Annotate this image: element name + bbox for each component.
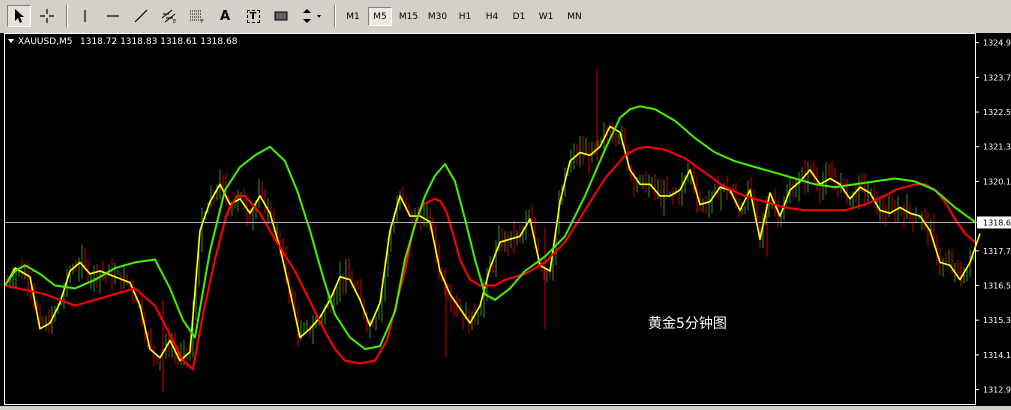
chart-annotation: 黄金5分钟图: [648, 315, 727, 332]
price-chart[interactable]: XAUUSD,M5 1318.72 1318.83 1318.61 1318.6…: [0, 33, 1011, 406]
rectangle-tool-button[interactable]: [269, 5, 293, 27]
arrows-dropdown-button[interactable]: [297, 5, 329, 27]
timeframe-m5[interactable]: M5: [368, 7, 392, 26]
chart-canvas[interactable]: XAUUSD,M5 1318.72 1318.83 1318.61 1318.6…: [0, 33, 1011, 406]
cursor-tool-button[interactable]: [7, 5, 31, 27]
vertical-line-button[interactable]: [73, 5, 97, 27]
trendline-icon: [134, 9, 148, 23]
svg-text:E: E: [173, 19, 176, 24]
price-tick-label: 1320.1: [983, 177, 1011, 186]
equidistant-channel-icon: E: [161, 9, 176, 24]
toolbar: E F A T M1 M5 M15 M30 H1 H4 D1 W1 MN: [0, 0, 1011, 34]
crosshair-icon: [40, 9, 54, 23]
price-tick-label: 1317.7: [983, 247, 1011, 256]
vertical-line-icon: [84, 10, 86, 22]
trendline-button[interactable]: [129, 5, 153, 27]
price-tick-label: 1315.3: [983, 316, 1011, 325]
text-tool-button[interactable]: A: [213, 5, 237, 27]
arrows-dropdown-icon: [303, 9, 321, 23]
current-price-label: 1318.6: [983, 218, 1011, 227]
timeframe-d1[interactable]: D1: [507, 7, 531, 26]
price-tick-label: 1314.1: [983, 351, 1011, 360]
timeframe-h4[interactable]: H4: [480, 7, 504, 26]
price-tick-label: 1321.3: [983, 143, 1011, 152]
price-tick-label: 1322.5: [983, 108, 1011, 117]
price-tick-label: 1312.9: [983, 386, 1011, 395]
price-tick-label: 1316.5: [983, 281, 1011, 290]
crosshair-tool-button[interactable]: [35, 5, 59, 27]
timeframe-mn[interactable]: MN: [561, 7, 588, 26]
svg-text:F: F: [201, 19, 204, 24]
toolbar-separator: [334, 5, 336, 27]
horizontal-line-button[interactable]: [101, 5, 125, 27]
ohlc-values: 1318.72 1318.83 1318.61 1318.68: [80, 37, 238, 47]
text-label-button[interactable]: T: [241, 5, 265, 27]
timeframe-m15[interactable]: M15: [395, 7, 422, 26]
price-tick-label: 1323.7: [983, 73, 1011, 82]
rectangle-icon: [274, 11, 288, 21]
horizontal-line-icon: [107, 15, 119, 17]
timeframe-m30[interactable]: M30: [424, 7, 451, 26]
toolbar-separator: [66, 5, 68, 27]
timeframe-w1[interactable]: W1: [534, 7, 558, 26]
timeframe-h1[interactable]: H1: [453, 7, 477, 26]
text-label-icon: T: [246, 9, 260, 23]
symbol-label: XAUUSD,M5: [18, 37, 73, 47]
cursor-icon: [15, 9, 24, 23]
text-icon: A: [219, 8, 231, 24]
channel-button[interactable]: E: [157, 5, 181, 27]
price-tick-label: 1324.9: [983, 39, 1011, 48]
timeframe-m1[interactable]: M1: [341, 7, 365, 26]
fibonacci-icon: F: [190, 10, 204, 24]
fibonacci-button[interactable]: F: [185, 5, 209, 27]
